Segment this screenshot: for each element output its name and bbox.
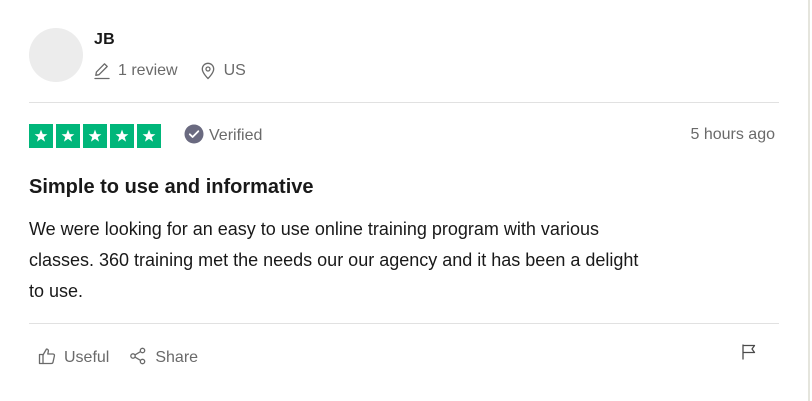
reviewer-country: US [200,62,246,80]
review-date: 5 hours ago [690,126,775,143]
thumbs-up-icon [38,347,56,370]
pencil-icon [94,62,110,80]
country-text: US [223,62,246,79]
review-title[interactable]: Simple to use and informative [29,176,314,199]
avatar[interactable] [29,28,83,82]
divider [29,102,779,103]
location-pin-icon [200,62,216,80]
verified-badge[interactable]: Verified [184,124,263,149]
review-body-line: We were looking for an easy to use onlin… [29,219,599,239]
review-body-line: classes. 360 training met the needs our … [29,250,639,270]
share-button[interactable]: Share [129,347,198,370]
star-icon [56,124,80,148]
review-count-text: 1 review [118,62,178,79]
star-rating [29,124,161,148]
review-body-line: to use. [29,281,84,301]
verified-label: Verified [209,127,263,144]
share-icon [129,347,147,370]
useful-button[interactable]: Useful [38,347,109,370]
review-count: 1 review [94,62,178,80]
divider [29,323,779,324]
check-circle-icon [184,124,204,149]
useful-label: Useful [64,349,110,366]
star-icon [110,124,134,148]
reviewer-meta: 1 review US [94,60,246,82]
report-button[interactable] [740,343,758,361]
star-icon [83,124,107,148]
review-body: We were looking for an easy to use onlin… [29,214,779,307]
flag-icon [740,344,758,365]
share-label: Share [155,349,199,366]
review-actions: Useful Share [38,346,198,370]
review-card: JB 1 review US Verified 5 hours ago Simp… [0,0,810,401]
star-icon [137,124,161,148]
star-icon [29,124,53,148]
reviewer-name[interactable]: JB [94,31,115,49]
